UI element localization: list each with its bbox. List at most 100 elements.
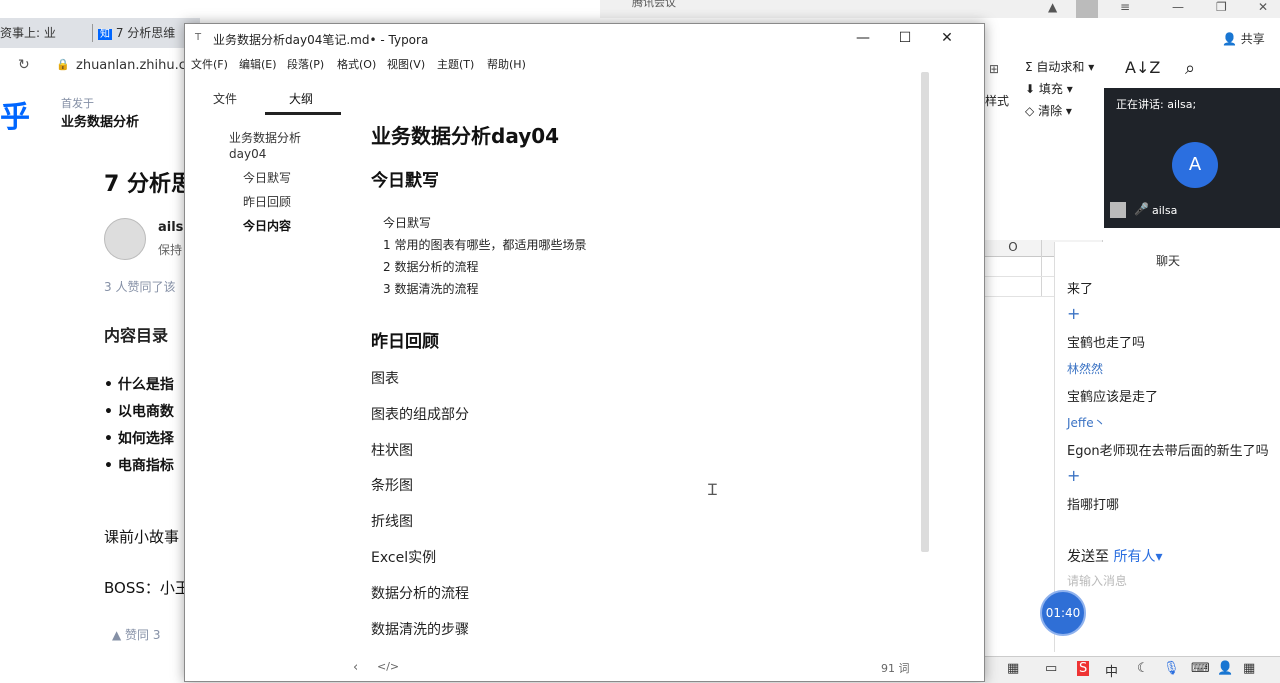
editor-scrollbar[interactable] — [921, 72, 929, 552]
text-cursor-icon: Ɪ — [708, 480, 717, 499]
outline-item-dictation[interactable]: 今日默写 — [243, 170, 291, 186]
close-button[interactable]: ✕ — [927, 28, 967, 48]
sigma-icon: Σ — [1025, 60, 1033, 74]
review-item[interactable]: 数据清洗的步骤 — [371, 619, 469, 639]
article-title: 7 分析思 — [104, 172, 193, 197]
autosum-button[interactable]: Σ 自动求和 ▾ — [1025, 58, 1094, 75]
author-avatar[interactable] — [104, 218, 146, 260]
close-icon[interactable]: ✕ — [1258, 0, 1268, 14]
chat-plus-icon[interactable]: + — [1067, 466, 1080, 485]
mic-taskbar-icon[interactable]: 🎙 — [1163, 661, 1180, 676]
share-button[interactable]: 👤 共享 — [1222, 30, 1265, 47]
style-button-fragment[interactable]: 样式 — [985, 92, 1009, 109]
sidebar: 文件 大纲 业务数据分析day04 今日默写 昨日回顾 今日内容 — [185, 76, 350, 681]
review-item[interactable]: 图表 — [371, 368, 399, 388]
moon-icon[interactable]: ☾ — [1137, 661, 1149, 676]
chat-message: 宝鹤应该是走了 — [1067, 390, 1159, 405]
code-block[interactable]: 今日默写 1 常用的图表有哪些，都适用哪些场景 2 数据分析的流程 3 数据清洗… — [371, 208, 911, 308]
url-text: zhuanlan.zhihu.c — [76, 58, 186, 73]
chat-input[interactable]: 请输入消息 — [1067, 572, 1127, 589]
user-taskbar-icon[interactable]: 👤 — [1217, 661, 1233, 676]
code-line: 2 数据分析的流程 — [383, 260, 479, 274]
review-item[interactable]: 柱状图 — [371, 440, 413, 460]
chat-sender: Jeffe丶 — [1067, 416, 1106, 430]
browser-tab-label: 7 分析思维 — [115, 26, 176, 40]
browser-window: 资事上: 业 知 7 分析思维 ↻ 🔒 zhuanlan.zhihu.c 乎 首… — [0, 0, 200, 682]
chat-message: 宝鹤也走了吗 — [1067, 336, 1146, 351]
address-bar[interactable]: ↻ 🔒 zhuanlan.zhihu.c — [0, 52, 200, 80]
mic-icon: 🎤 — [1134, 202, 1149, 216]
reload-icon[interactable]: ↻ — [18, 57, 30, 73]
article-paragraph: BOSS：小王 — [104, 579, 190, 597]
review-item[interactable]: Excel实例 — [371, 547, 436, 567]
find-select-icon[interactable]: ⌕ — [1185, 58, 1195, 79]
menu-view[interactable]: 视图(V) — [387, 56, 425, 72]
tab-outline[interactable]: 大纲 — [289, 90, 313, 107]
review-item[interactable]: 条形图 — [371, 475, 413, 495]
ime-language[interactable]: 中 — [1105, 661, 1118, 680]
keyboard-icon[interactable]: ⌨ — [1191, 661, 1210, 676]
tab-files[interactable]: 文件 — [213, 90, 237, 107]
outline-item-day04[interactable]: 业务数据分析day04 — [229, 130, 325, 162]
review-item[interactable]: 折线图 — [371, 511, 413, 531]
browser-tab[interactable]: 资事上: 业 — [0, 20, 90, 46]
menu-format[interactable]: 格式(O) — [337, 56, 376, 72]
chat-panel: 聊天 来了 + 宝鹤也走了吗 林然然 宝鹤应该是走了 Jeffe丶 Egon老师… — [1054, 242, 1280, 652]
section-heading-dictation[interactable]: 今日默写 — [371, 166, 439, 191]
browser-tab-active[interactable]: 知 7 分析思维 — [98, 20, 194, 46]
grid-taskbar-icon[interactable]: ▦ — [1243, 661, 1255, 676]
sort-filter-icon[interactable]: A↓Z — [1125, 58, 1160, 77]
maximize-button[interactable]: ☐ — [885, 28, 925, 48]
toc-item[interactable]: • 什么是指 — [104, 374, 174, 394]
meeting-timer[interactable]: 01:40 — [1040, 590, 1086, 636]
section-heading-review[interactable]: 昨日回顾 — [371, 327, 439, 352]
word-count[interactable]: 91 词 — [881, 660, 910, 676]
outline-item-today[interactable]: 今日内容 — [243, 218, 291, 234]
grid-view-icon[interactable]: ▦ — [1007, 661, 1019, 676]
minimize-button[interactable]: — — [843, 28, 883, 48]
author-name[interactable]: ails — [158, 220, 183, 235]
sidebar-toggle-button[interactable]: ‹ — [353, 660, 358, 675]
toc-item[interactable]: • 电商指标 — [104, 455, 174, 475]
chat-plus-icon[interactable]: + — [1067, 304, 1080, 323]
zhihu-logo[interactable]: 乎 — [0, 92, 30, 136]
warning-icon[interactable]: ▲ — [1048, 0, 1057, 14]
fill-button[interactable]: ⬇ 填充 ▾ — [1025, 80, 1073, 97]
taskbar: ▦ ▭ S 中 ☾ 🎙 ⌨ 👤 ▦ — [985, 656, 1280, 683]
outline-item-review[interactable]: 昨日回顾 — [243, 194, 291, 210]
speaker-avatar: A — [1172, 142, 1218, 188]
typora-window: T 业务数据分析day04笔记.md• - Typora — ☐ ✕ 文件(F)… — [184, 23, 985, 682]
menu-icon[interactable]: ≡ — [1120, 0, 1130, 14]
meeting-titlebar: 腾讯会议 ▲ ≡ — ❐ ✕ — [600, 0, 1280, 18]
review-item[interactable]: 数据分析的流程 — [371, 583, 469, 603]
toc-heading: 内容目录 — [104, 326, 169, 345]
sogou-ime-icon[interactable]: S — [1077, 661, 1090, 676]
doc-heading-1[interactable]: 业务数据分析day04 — [371, 120, 559, 149]
minimize-icon[interactable]: — — [1172, 0, 1184, 14]
toc-item[interactable]: • 如何选择 — [104, 428, 174, 448]
send-to-selector[interactable]: 发送至 所有人▾ — [1067, 546, 1162, 566]
excel-ribbon-icon[interactable]: ⊞ — [989, 62, 999, 76]
restore-icon[interactable]: ❐ — [1216, 0, 1227, 14]
menu-help[interactable]: 帮助(H) — [487, 56, 526, 72]
code-line: 今日默写 — [383, 216, 432, 230]
meeting-title: 腾讯会议 — [632, 0, 676, 9]
menu-edit[interactable]: 编辑(E) — [239, 56, 277, 72]
menu-theme[interactable]: 主题(T) — [437, 56, 474, 72]
review-item[interactable]: 图表的组成部分 — [371, 404, 469, 424]
source-mode-button[interactable]: </> — [377, 660, 399, 673]
toc-item[interactable]: • 以电商数 — [104, 401, 174, 421]
menu-paragraph[interactable]: 段落(P) — [287, 56, 324, 72]
editor-content[interactable]: 业务数据分析day04 今日默写 今日默写 1 常用的图表有哪些，都适用哪些场景… — [351, 76, 919, 676]
clear-button[interactable]: ◇ 清除 ▾ — [1025, 102, 1072, 119]
menubar: 文件(F) 编辑(E) 段落(P) 格式(O) 视图(V) 主题(T) 帮助(H… — [185, 53, 984, 73]
typora-app-icon: T — [195, 32, 202, 43]
column-header-o[interactable]: O — [985, 240, 1042, 257]
column-name-link[interactable]: 业务数据分析 — [61, 111, 139, 130]
layout-icon[interactable]: ▭ — [1045, 661, 1057, 676]
menu-file[interactable]: 文件(F) — [191, 56, 228, 72]
window-title: 业务数据分析day04笔记.md• - Typora — [213, 33, 429, 47]
participant-icon — [1110, 202, 1126, 218]
user-avatar-icon[interactable] — [1076, 0, 1098, 18]
vote-button[interactable]: ▲ 赞同 3 — [112, 626, 161, 643]
